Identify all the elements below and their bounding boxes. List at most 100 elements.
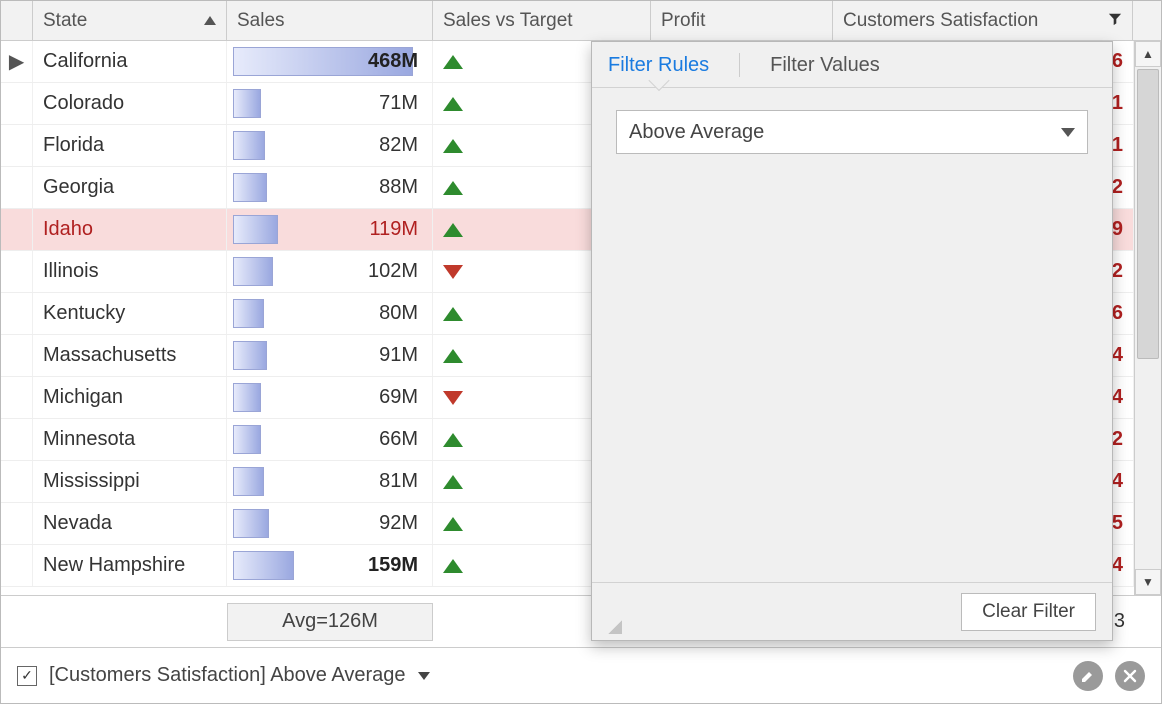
- tab-label: Filter Rules: [608, 54, 709, 76]
- combo-value: Above Average: [629, 121, 764, 144]
- scroll-up-button[interactable]: ▲: [1135, 41, 1161, 67]
- sales-bar: [233, 299, 264, 328]
- cell-state: New Hampshire: [33, 545, 227, 586]
- column-header-sales-vs-target[interactable]: Sales vs Target: [433, 1, 651, 40]
- grid-header: State Sales Sales vs Target Profit Custo…: [1, 1, 1161, 41]
- sales-bar: [233, 425, 261, 454]
- cell-sales: 69M: [227, 377, 433, 418]
- sales-value: 92M: [379, 512, 422, 535]
- cell-sales: 92M: [227, 503, 433, 544]
- filter-popup: Filter Rules Filter Values Above Average…: [591, 41, 1113, 641]
- button-label: Clear Filter: [982, 601, 1075, 623]
- filter-icon[interactable]: [1108, 12, 1122, 29]
- trend-up-icon: [443, 55, 463, 69]
- sales-bar: [233, 341, 267, 370]
- cell-sales: 468M: [227, 41, 433, 82]
- csat-summary-value: 3: [1114, 610, 1161, 633]
- trend-up-icon: [443, 181, 463, 195]
- row-expander[interactable]: [1, 503, 33, 544]
- cell-state: Mississippi: [33, 461, 227, 502]
- chevron-down-icon: [1061, 128, 1075, 137]
- filter-popup-tabs: Filter Rules Filter Values: [592, 42, 1112, 88]
- clear-filter-button[interactable]: [1115, 661, 1145, 691]
- grid-app: State Sales Sales vs Target Profit Custo…: [0, 0, 1162, 704]
- sales-value: 80M: [379, 302, 422, 325]
- column-header-state[interactable]: State: [33, 1, 227, 40]
- sort-ascending-icon: [204, 16, 216, 25]
- trend-up-icon: [443, 97, 463, 111]
- row-expander[interactable]: [1, 461, 33, 502]
- sales-bar: [233, 173, 267, 202]
- trend-up-icon: [443, 349, 463, 363]
- sales-bar: [233, 509, 269, 538]
- column-header-label: Sales vs Target: [443, 10, 573, 32]
- column-header-profit[interactable]: Profit: [651, 1, 833, 40]
- sales-value: 69M: [379, 386, 422, 409]
- sales-value: 91M: [379, 344, 422, 367]
- sales-value: 71M: [379, 92, 422, 115]
- column-header-customer-satisfaction[interactable]: Customers Satisfaction: [833, 1, 1133, 40]
- filter-popup-body: Above Average: [592, 88, 1112, 582]
- row-expander[interactable]: [1, 167, 33, 208]
- column-header-sales[interactable]: Sales: [227, 1, 433, 40]
- cell-state: Minnesota: [33, 419, 227, 460]
- row-expander[interactable]: [1, 83, 33, 124]
- header-scroll-gap: [1133, 1, 1161, 40]
- sales-value: 81M: [379, 470, 422, 493]
- row-expander[interactable]: [1, 419, 33, 460]
- column-header-label: Customers Satisfaction: [843, 10, 1038, 32]
- sales-bar: [233, 257, 273, 286]
- sales-value: 159M: [368, 554, 422, 577]
- sales-value: 88M: [379, 176, 422, 199]
- sales-bar: [233, 89, 261, 118]
- sales-value: 66M: [379, 428, 422, 451]
- trend-up-icon: [443, 307, 463, 321]
- row-expander[interactable]: [1, 125, 33, 166]
- scroll-thumb[interactable]: [1137, 69, 1159, 359]
- cell-state: Idaho: [33, 209, 227, 250]
- trend-up-icon: [443, 475, 463, 489]
- sales-bar: [233, 131, 265, 160]
- sales-bar: [233, 215, 278, 244]
- row-expander[interactable]: [1, 209, 33, 250]
- trend-down-icon: [443, 265, 463, 279]
- cell-sales: 82M: [227, 125, 433, 166]
- filter-rule-combo[interactable]: Above Average: [616, 110, 1088, 154]
- trend-up-icon: [443, 139, 463, 153]
- row-expander[interactable]: [1, 545, 33, 586]
- trend-up-icon: [443, 223, 463, 237]
- filter-enable-checkbox[interactable]: ✓: [17, 666, 37, 686]
- filter-dropdown-icon[interactable]: [418, 672, 430, 680]
- row-expander[interactable]: ▶: [1, 41, 33, 82]
- edit-filter-button[interactable]: [1073, 661, 1103, 691]
- cell-sales: 66M: [227, 419, 433, 460]
- cell-sales: 81M: [227, 461, 433, 502]
- row-expander[interactable]: [1, 335, 33, 376]
- tab-filter-values[interactable]: Filter Values: [768, 46, 882, 87]
- row-expander[interactable]: [1, 251, 33, 292]
- sales-value: 119M: [369, 218, 422, 241]
- column-header-label: Sales: [237, 10, 285, 32]
- filter-popup-footer: Clear Filter: [592, 582, 1112, 640]
- scroll-down-button[interactable]: ▼: [1135, 569, 1161, 595]
- trend-up-icon: [443, 517, 463, 531]
- sales-bar: [233, 467, 264, 496]
- trend-down-icon: [443, 391, 463, 405]
- filter-expression-text[interactable]: [Customers Satisfaction] Above Average: [49, 664, 406, 687]
- sales-value: 468M: [368, 50, 422, 73]
- column-header-label: Profit: [661, 10, 705, 32]
- cell-sales: 159M: [227, 545, 433, 586]
- resize-grip-icon[interactable]: [608, 620, 622, 634]
- vertical-scrollbar[interactable]: ▲ ▼: [1134, 41, 1161, 595]
- cell-state: Georgia: [33, 167, 227, 208]
- row-expander[interactable]: [1, 377, 33, 418]
- scroll-track[interactable]: [1135, 67, 1161, 569]
- tab-filter-rules[interactable]: Filter Rules: [606, 46, 711, 87]
- row-expander[interactable]: [1, 293, 33, 334]
- cell-sales: 71M: [227, 83, 433, 124]
- cell-state: California: [33, 41, 227, 82]
- sales-bar: [233, 383, 261, 412]
- clear-filter-popup-button[interactable]: Clear Filter: [961, 593, 1096, 631]
- cell-state: Illinois: [33, 251, 227, 292]
- cell-sales: 88M: [227, 167, 433, 208]
